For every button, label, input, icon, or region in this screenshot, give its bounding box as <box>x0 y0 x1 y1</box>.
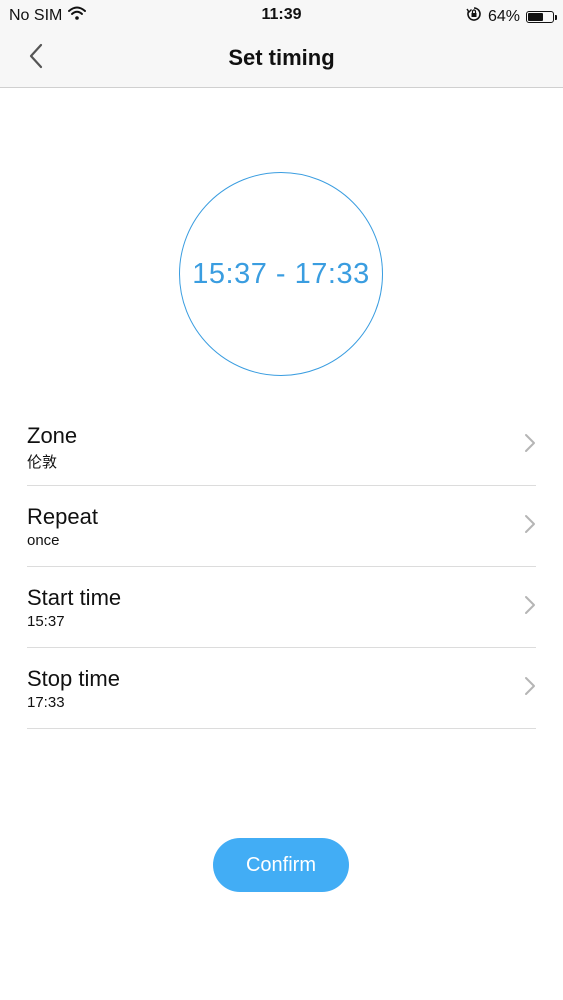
battery-icon <box>526 10 557 23</box>
settings-row-zone[interactable]: Zone 伦敦 <box>27 405 536 486</box>
battery-percent: 64% <box>487 7 520 25</box>
confirm-button[interactable]: Confirm <box>213 838 349 892</box>
settings-row-stop-time[interactable]: Stop time 17:33 <box>27 648 536 729</box>
timer-ring: 15:37 - 17:33 <box>179 172 383 376</box>
row-value: 伦敦 <box>27 454 58 471</box>
row-value: 17:33 <box>27 694 65 711</box>
page-title: Set timing <box>228 45 335 70</box>
row-title: Start time <box>27 585 122 610</box>
chevron-right-icon <box>525 596 535 614</box>
status-bar: No SIM 11:39 64% <box>0 0 563 30</box>
row-value: 15:37 <box>27 613 65 630</box>
battery-nub <box>555 14 557 20</box>
chevron-right-icon <box>525 434 535 452</box>
row-title: Zone <box>27 423 78 448</box>
settings-row-repeat[interactable]: Repeat once <box>27 486 536 567</box>
nav-bar: Set timing <box>0 30 563 88</box>
row-title: Repeat <box>27 504 98 529</box>
status-right: 64% <box>466 6 557 27</box>
battery-fill <box>528 12 543 21</box>
row-value: once <box>27 532 60 549</box>
timer-range: 15:37 - 17:33 <box>192 257 370 290</box>
orientation-lock-icon <box>466 6 482 27</box>
settings-list: Zone 伦敦 Repeat once Start time 15:37 Sto… <box>27 405 536 729</box>
settings-row-start-time[interactable]: Start time 15:37 <box>27 567 536 648</box>
row-title: Stop time <box>27 666 120 691</box>
chevron-right-icon <box>525 515 535 533</box>
chevron-right-icon <box>525 677 535 695</box>
